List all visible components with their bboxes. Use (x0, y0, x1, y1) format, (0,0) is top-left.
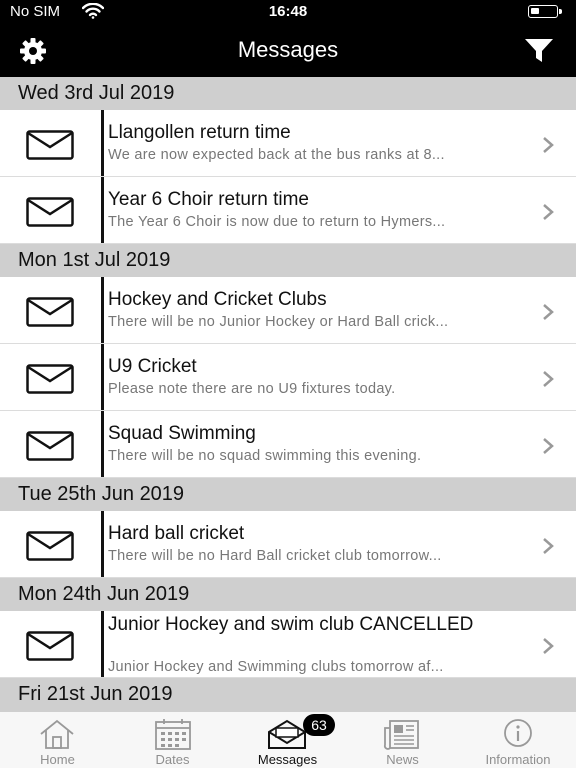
message-preview: There will be no Junior Hockey or Hard B… (108, 314, 449, 330)
page-title: Messages (237, 37, 339, 62)
section-header: Tue 25th Jun 2019 (0, 478, 576, 511)
message-preview: We are now expected back at the bus rank… (108, 147, 445, 163)
message-list[interactable]: Wed 3rd Jul 2019 Llangollen return time … (0, 77, 576, 711)
message-title: Year 6 Choir return time (108, 189, 310, 210)
message-preview: Please note there are no U9 fixtures tod… (108, 381, 396, 397)
unread-badge: 63 (303, 714, 335, 736)
section-header: Mon 1st Jul 2019 (0, 244, 576, 277)
message-row[interactable]: Hard ball cricket There will be no Hard … (0, 511, 576, 578)
message-row[interactable]: Llangollen return time We are now expect… (0, 110, 576, 177)
message-title: Hard ball cricket (108, 523, 245, 544)
battery-icon (528, 5, 562, 18)
message-preview: Junior Hockey and Swimming clubs tomorro… (108, 659, 444, 675)
row-divider (101, 110, 104, 176)
row-divider (101, 277, 104, 343)
status-bar: No SIM 16:48 (0, 0, 576, 24)
envelope-icon (26, 197, 74, 227)
chevron-right-icon (543, 638, 554, 654)
message-row[interactable]: Hockey and Cricket Clubs There will be n… (0, 277, 576, 344)
section-header: Mon 24th Jun 2019 (0, 578, 576, 611)
chevron-right-icon (543, 137, 554, 153)
message-row[interactable]: U9 Cricket Please note there are no U9 f… (0, 344, 576, 411)
tab-dates[interactable]: Dates (115, 712, 230, 769)
message-preview: The Year 6 Choir is now due to return to… (108, 214, 446, 230)
calendar-icon (155, 719, 191, 750)
tab-news[interactable]: News (345, 712, 460, 769)
message-title: Squad Swimming (108, 423, 256, 444)
message-title: Llangollen return time (108, 122, 291, 143)
envelope-icon (26, 364, 74, 394)
message-preview: There will be no Hard Ball cricket club … (108, 548, 442, 564)
tab-messages[interactable]: 63 Messages (230, 712, 345, 769)
envelope-icon (26, 631, 74, 661)
tab-bar: Home Dates 63 Messages News Information (0, 711, 576, 768)
message-row[interactable]: Squad Swimming There will be no squad sw… (0, 411, 576, 478)
home-icon (40, 719, 74, 749)
tab-label: Dates (155, 752, 190, 767)
section-header: Wed 3rd Jul 2019 (0, 77, 576, 110)
tab-label: Information (485, 752, 551, 767)
row-divider (101, 411, 104, 477)
tab-label: News (386, 752, 419, 767)
message-title: U9 Cricket (108, 356, 197, 377)
envelope-icon (26, 531, 74, 561)
nav-bar: Messages (0, 24, 576, 77)
row-divider (101, 511, 104, 577)
message-title: Hockey and Cricket Clubs (108, 289, 327, 310)
message-row[interactable]: Junior Hockey and swim club CANCELLED Ju… (0, 611, 576, 678)
envelope-icon (26, 297, 74, 327)
info-icon (504, 719, 532, 747)
tab-label: Messages (257, 752, 318, 767)
chevron-right-icon (543, 304, 554, 320)
message-preview: There will be no squad swimming this eve… (108, 448, 422, 464)
clock: 16:48 (268, 3, 308, 20)
tab-label: Home (40, 752, 75, 767)
chevron-right-icon (543, 371, 554, 387)
envelope-icon (26, 130, 74, 160)
row-divider (101, 611, 104, 677)
newspaper-icon (383, 720, 419, 750)
filter-icon[interactable] (524, 38, 554, 64)
chevron-right-icon (543, 538, 554, 554)
section-header: Fri 21st Jun 2019 (0, 678, 576, 711)
message-row[interactable]: Year 6 Choir return time The Year 6 Choi… (0, 177, 576, 244)
row-divider (101, 177, 104, 243)
tab-information[interactable]: Information (460, 712, 576, 769)
message-title: Junior Hockey and swim club CANCELLED (108, 614, 474, 635)
tab-home[interactable]: Home (0, 712, 115, 769)
row-divider (101, 344, 104, 410)
envelope-icon (26, 431, 74, 461)
chevron-right-icon (543, 204, 554, 220)
envelope-icon (268, 719, 306, 749)
chevron-right-icon (543, 438, 554, 454)
